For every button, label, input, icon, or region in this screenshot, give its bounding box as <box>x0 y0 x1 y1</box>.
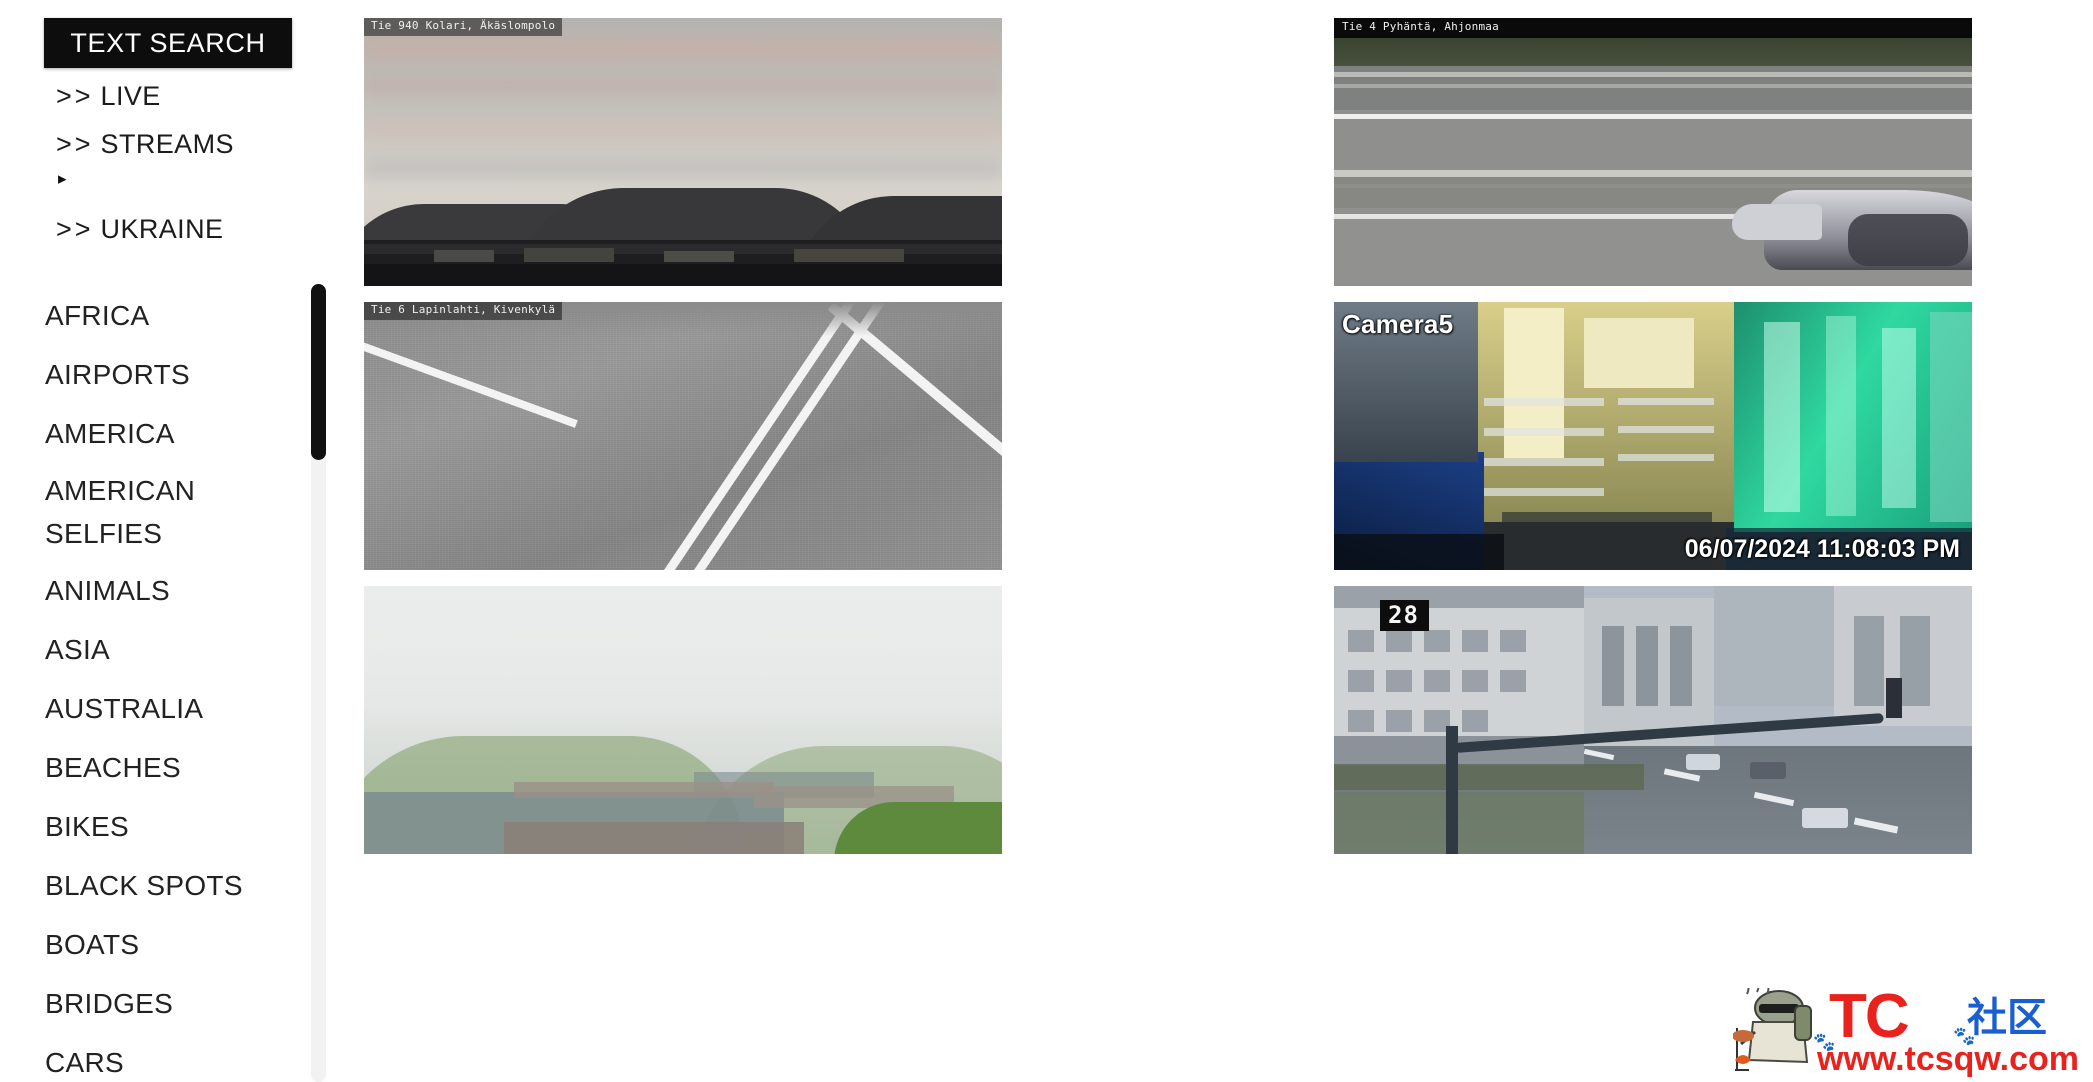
sidebar-item-beaches[interactable]: BEACHES <box>0 738 330 797</box>
sidebar-item-bikes[interactable]: BIKES <box>0 797 330 856</box>
sidebar-item-airports[interactable]: AIRPORTS <box>0 345 330 404</box>
category-list: AFRICA AIRPORTS AMERICA AMERICAN SELFIES… <box>0 286 330 1082</box>
camera-tile-kolari[interactable]: Tie 940 Kolari, Äkäslompolo <box>364 18 1002 286</box>
camera-label-store: Camera5 <box>1342 309 1454 339</box>
camera-tile-fjord[interactable] <box>364 586 1002 854</box>
sidebar-item-australia[interactable]: AUSTRALIA <box>0 679 330 738</box>
camera-frame-highway <box>1334 18 1972 286</box>
sidebar-item-cars[interactable]: CARS <box>0 1033 330 1082</box>
sidebar-item-bridges[interactable]: BRIDGES <box>0 974 330 1033</box>
camera-frame-kolari <box>364 18 1002 286</box>
camera-frame-city <box>1334 586 1972 854</box>
camera-label-highway: Tie 4 Pyhäntä, Ahjonmaa <box>1334 18 1972 38</box>
sidebar-item-boats[interactable]: BOATS <box>0 915 330 974</box>
sidebar-item-ukraine[interactable]: >> UKRAINE <box>0 205 330 253</box>
camera-tile-lapinlahti[interactable]: Tie 6 Lapinlahti, Kivenkylä <box>364 302 1002 570</box>
sidebar-item-live-label: LIVE <box>100 81 161 111</box>
camera-frame-fjord <box>364 586 1002 854</box>
sidebar-scrollbar-thumb[interactable] <box>311 284 326 460</box>
sidebar-item-streams-label: STREAMS <box>100 129 234 160</box>
camera-grid: Tie 940 Kolari, Äkäslompolo Tie 4 Pyhänt… <box>330 0 2093 1082</box>
chevron-right-icon: >> <box>56 214 94 245</box>
sidebar-item-asia[interactable]: ASIA <box>0 620 330 679</box>
sidebar: TEXT SEARCH >> LIVE >> STREAMS ▸ >> UKRAINE… <box>0 0 330 1082</box>
sidebar-item-africa[interactable]: AFRICA <box>0 286 330 345</box>
sidebar-item-america[interactable]: AMERICA <box>0 404 330 463</box>
camera-label-lapinlahti: Tie 6 Lapinlahti, Kivenkylä <box>364 302 563 320</box>
camera-tile-store[interactable]: Camera5 06/07/2024 11:08:03 PM <box>1334 302 1972 570</box>
camera-tile-highway[interactable]: Tie 4 Pyhäntä, Ahjonmaa <box>1334 18 1972 286</box>
sidebar-item-ukraine-label: UKRAINE <box>100 214 224 245</box>
camera-tile-city[interactable]: 28 <box>1334 586 1972 854</box>
chevron-right-icon: >> <box>56 129 94 160</box>
sidebar-item-american-selfies[interactable]: AMERICAN SELFIES <box>0 463 250 561</box>
text-search-label: TEXT SEARCH <box>70 27 266 58</box>
camera-label-kolari: Tie 940 Kolari, Äkäslompolo <box>364 18 563 36</box>
sidebar-item-black-spots[interactable]: BLACK SPOTS <box>0 856 330 915</box>
chevron-right-icon: >> <box>56 81 94 111</box>
camera-frame-lapinlahti <box>364 302 1002 570</box>
sidebar-item-live[interactable]: >> LIVE <box>0 72 330 120</box>
sidebar-primary-nav: >> LIVE >> STREAMS ▸ >> UKRAINE <box>0 72 330 254</box>
triangle-right-icon[interactable]: ▸ <box>0 168 330 191</box>
camera-frame-store <box>1334 302 1972 570</box>
text-search-button[interactable]: TEXT SEARCH <box>44 18 292 68</box>
sidebar-item-animals[interactable]: ANIMALS <box>0 561 330 620</box>
camera-timestamp-store: 06/07/2024 11:08:03 PM <box>1684 535 1960 563</box>
sidebar-item-streams[interactable]: >> STREAMS <box>0 120 330 168</box>
camera-lcd-city: 28 <box>1380 600 1429 631</box>
sidebar-scrollbar-track[interactable] <box>311 284 326 1082</box>
webcam-directory-page: TEXT SEARCH >> LIVE >> STREAMS ▸ >> UKRAINE… <box>0 0 2093 1082</box>
